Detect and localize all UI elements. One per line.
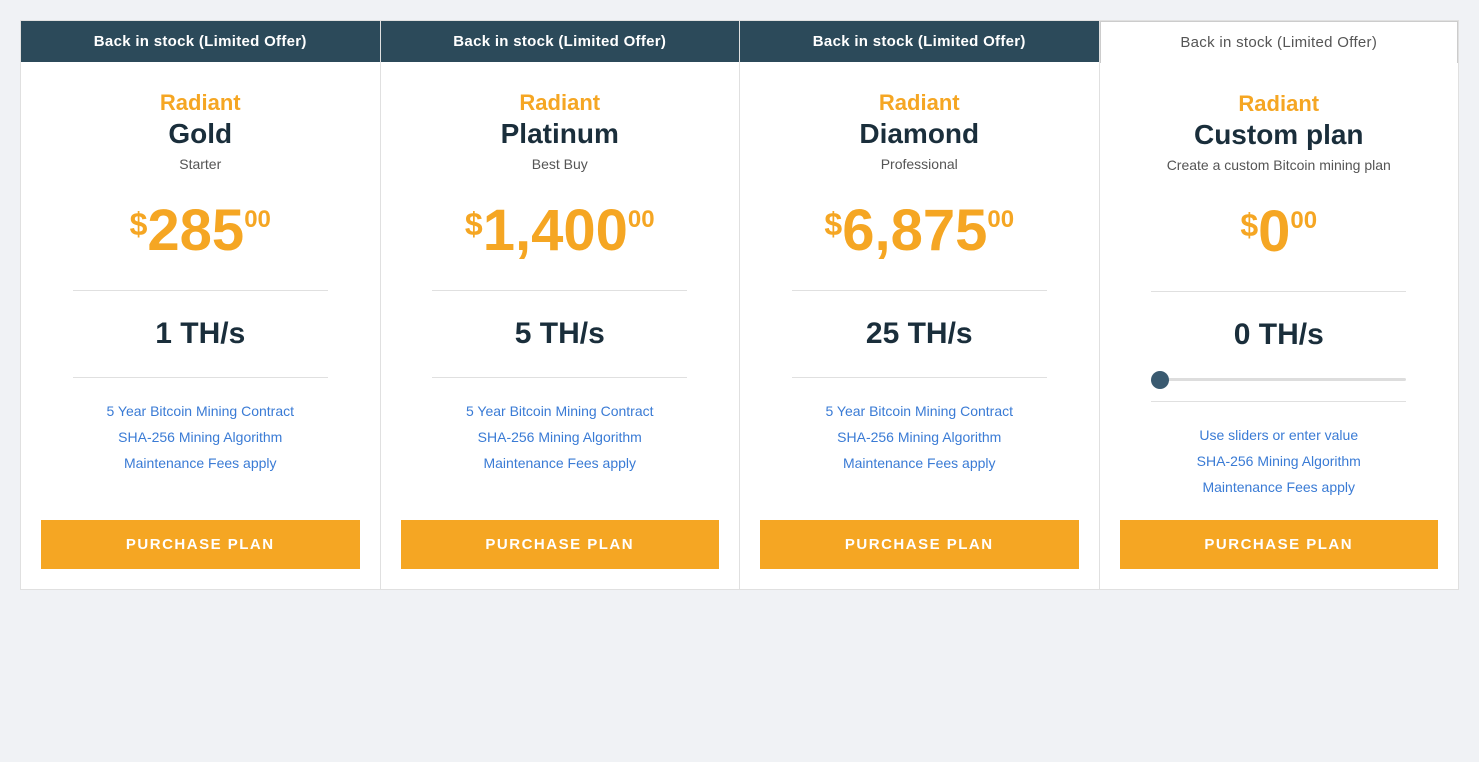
feature-item-diamond-0: 5 Year Bitcoin Mining Contract: [760, 398, 1079, 424]
price-block-gold: $28500: [130, 202, 271, 260]
plan-subtitle-custom: Create a custom Bitcoin mining plan: [1167, 157, 1391, 173]
price-amount-custom: 0: [1258, 203, 1290, 261]
price-dollar-custom: $: [1240, 209, 1258, 241]
plan-subtitle-gold: Starter: [179, 156, 221, 172]
plan-name-custom: Custom plan: [1194, 119, 1364, 151]
pricing-card-custom: Back in stock (Limited Offer)RadiantCust…: [1099, 20, 1460, 590]
feature-item-gold-0: 5 Year Bitcoin Mining Contract: [41, 398, 360, 424]
feature-item-diamond-1: SHA-256 Mining Algorithm: [760, 424, 1079, 450]
price-cents-platinum: 00: [628, 208, 655, 232]
hashrate-custom: 0 TH/s: [1234, 318, 1324, 352]
hashrate-diamond: 25 TH/s: [866, 317, 973, 351]
brand-name-gold: Radiant: [160, 90, 241, 116]
banner-gold: Back in stock (Limited Offer): [21, 21, 380, 62]
feature-item-diamond-2: Maintenance Fees apply: [760, 450, 1079, 476]
pricing-cards-container: Back in stock (Limited Offer)RadiantGold…: [20, 20, 1459, 590]
banner-platinum: Back in stock (Limited Offer): [381, 21, 740, 62]
card-body-gold: RadiantGold Starter $28500 1 TH/s 5 Year Bit…: [21, 62, 380, 589]
price-cents-diamond: 00: [987, 208, 1014, 232]
price-dollar-gold: $: [130, 208, 148, 240]
price-dollar-platinum: $: [465, 208, 483, 240]
feature-item-platinum-0: 5 Year Bitcoin Mining Contract: [401, 398, 720, 424]
purchase-button-custom[interactable]: PURCHASE PLAN: [1120, 520, 1439, 569]
card-body-platinum: RadiantPlatinum Best Buy $1,40000 5 TH/s 5 Y…: [381, 62, 740, 589]
price-cents-custom: 00: [1290, 209, 1317, 233]
price-block-platinum: $1,40000: [465, 202, 655, 260]
banner-diamond: Back in stock (Limited Offer): [740, 21, 1099, 62]
price-amount-gold: 285: [147, 202, 244, 260]
plan-name-gold: Gold: [168, 118, 232, 150]
brand-name-platinum: Radiant: [519, 90, 600, 116]
features-list-diamond: 5 Year Bitcoin Mining ContractSHA-256 Mi…: [760, 398, 1079, 476]
plan-subtitle-platinum: Best Buy: [532, 156, 588, 172]
card-body-diamond: RadiantDiamond Professional $6,87500 25 TH/…: [740, 62, 1099, 589]
price-cents-gold: 00: [244, 208, 271, 232]
feature-item-platinum-2: Maintenance Fees apply: [401, 450, 720, 476]
brand-name-diamond: Radiant: [879, 90, 960, 116]
feature-item-gold-1: SHA-256 Mining Algorithm: [41, 424, 360, 450]
pricing-card-gold: Back in stock (Limited Offer)RadiantGold…: [20, 20, 380, 590]
divider-price-gold: [73, 290, 328, 291]
price-amount-platinum: 1,400: [483, 202, 628, 260]
divider-features-platinum: [432, 377, 687, 378]
features-list-gold: 5 Year Bitcoin Mining ContractSHA-256 Mi…: [41, 398, 360, 476]
price-dollar-diamond: $: [824, 208, 842, 240]
feature-item-gold-2: Maintenance Fees apply: [41, 450, 360, 476]
pricing-card-diamond: Back in stock (Limited Offer)RadiantDiam…: [739, 20, 1099, 590]
plan-subtitle-diamond: Professional: [881, 156, 958, 172]
plan-name-diamond: Diamond: [859, 118, 979, 150]
slider-hint-custom: Use sliders or enter value: [1120, 422, 1439, 448]
divider-features-gold: [73, 377, 328, 378]
banner-custom: Back in stock (Limited Offer): [1100, 21, 1459, 63]
plan-name-platinum: Platinum: [501, 118, 619, 150]
card-body-custom: RadiantCustom plan Create a custom Bitcoi…: [1100, 63, 1459, 589]
hashrate-gold: 1 TH/s: [155, 317, 245, 351]
price-block-diamond: $6,87500: [824, 202, 1014, 260]
divider-price-diamond: [792, 290, 1047, 291]
divider-price-custom: [1151, 291, 1406, 292]
purchase-button-platinum[interactable]: PURCHASE PLAN: [401, 520, 720, 569]
pricing-card-platinum: Back in stock (Limited Offer)RadiantPlat…: [380, 20, 740, 590]
feature-item-platinum-1: SHA-256 Mining Algorithm: [401, 424, 720, 450]
slider-track-custom: [1151, 378, 1406, 381]
divider-features-custom: [1151, 401, 1406, 402]
price-block-custom: $000: [1240, 203, 1317, 261]
feature-item-custom-0: SHA-256 Mining Algorithm: [1120, 448, 1439, 474]
slider-container-custom[interactable]: [1151, 378, 1406, 381]
price-amount-diamond: 6,875: [842, 202, 987, 260]
features-list-custom: Use sliders or enter valueSHA-256 Mining…: [1120, 422, 1439, 500]
hashrate-platinum: 5 TH/s: [515, 317, 605, 351]
features-list-platinum: 5 Year Bitcoin Mining ContractSHA-256 Mi…: [401, 398, 720, 476]
purchase-button-gold[interactable]: PURCHASE PLAN: [41, 520, 360, 569]
purchase-button-diamond[interactable]: PURCHASE PLAN: [760, 520, 1079, 569]
feature-item-custom-1: Maintenance Fees apply: [1120, 474, 1439, 500]
brand-name-custom: Radiant: [1238, 91, 1319, 117]
divider-price-platinum: [432, 290, 687, 291]
slider-thumb-custom[interactable]: [1151, 371, 1169, 389]
divider-features-diamond: [792, 377, 1047, 378]
